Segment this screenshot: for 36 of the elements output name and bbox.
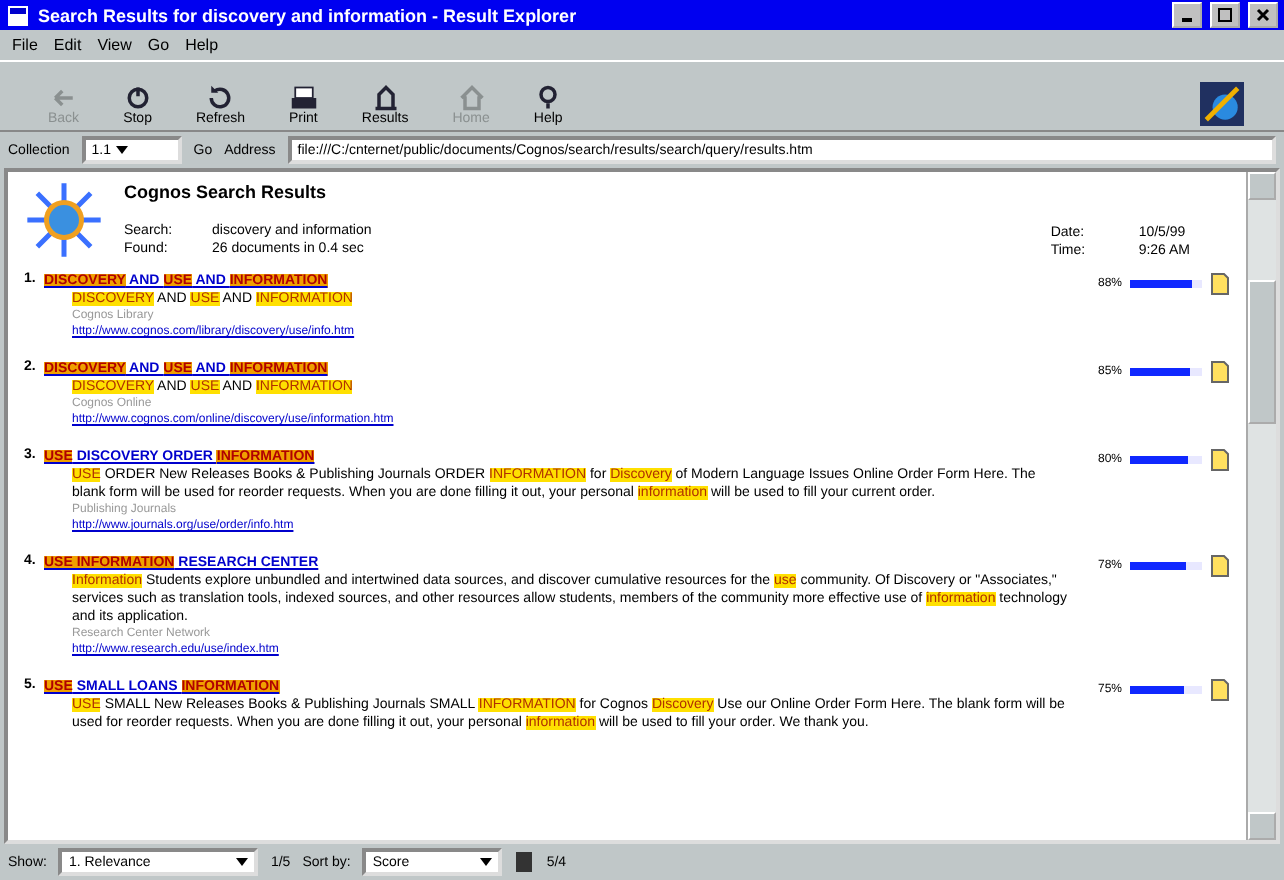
caret-icon: [480, 858, 493, 866]
caret-icon: [236, 858, 249, 866]
document-icon[interactable]: [1210, 554, 1230, 578]
house-icon: [371, 84, 400, 112]
logo-icon: [1200, 82, 1244, 126]
home-icon: [457, 84, 486, 112]
app-icon: [6, 3, 30, 27]
document-icon[interactable]: [1210, 360, 1230, 384]
scrollbar[interactable]: [1246, 172, 1276, 840]
menu-item[interactable]: View: [97, 36, 132, 54]
window-title: Search Results for discovery and information - Result Explorer: [38, 5, 579, 25]
printer-icon: [289, 84, 318, 112]
page-heading: Cognos Search Results: [124, 182, 329, 202]
menu-item[interactable]: Help: [185, 36, 219, 54]
relevance-bar: [1130, 686, 1202, 694]
help-icon: [534, 84, 563, 112]
refresh-icon: [206, 84, 235, 112]
maximize-icon: [1218, 8, 1232, 22]
close-button[interactable]: [1248, 2, 1278, 28]
sun-logo-icon: [24, 180, 104, 260]
relevance-bar: [1130, 456, 1202, 464]
caret-icon: [116, 146, 129, 154]
document-icon[interactable]: [1210, 272, 1230, 296]
menu-item[interactable]: File: [12, 36, 38, 54]
relevance-bar: [1130, 562, 1202, 570]
maximize-button[interactable]: [1210, 2, 1240, 28]
menu-item[interactable]: Go: [147, 36, 170, 54]
document-icon[interactable]: [1210, 448, 1230, 472]
document-icon[interactable]: [1210, 678, 1230, 702]
stop-icon: [123, 84, 152, 112]
close-icon: [1256, 8, 1270, 22]
minimize-button[interactable]: [1172, 2, 1202, 28]
relevance-bar: [1130, 368, 1202, 376]
menu-item[interactable]: Edit: [53, 36, 82, 54]
relevance-bar: [1130, 280, 1202, 288]
back-arrow-icon: [49, 84, 78, 112]
